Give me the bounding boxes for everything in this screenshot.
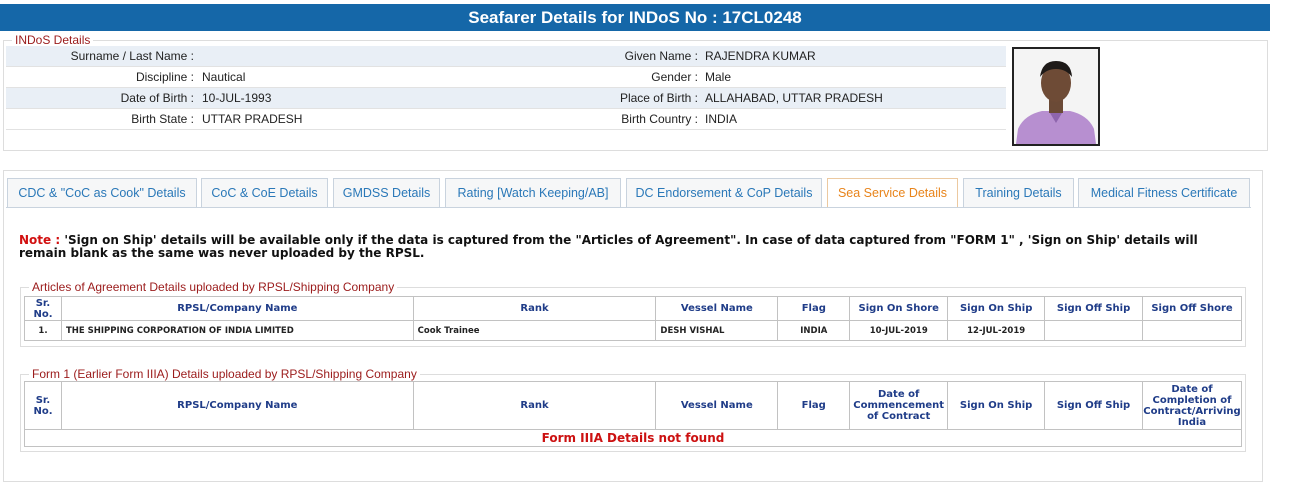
note-text: 'Sign on Ship' details will be available… [19,233,1198,260]
cell-company-name: THE SHIPPING CORPORATION OF INDIA LIMITE… [60,320,414,341]
col-vessel-name: Vessel Name [655,381,779,430]
gender-label: Gender : [651,70,698,84]
tab-sea-service[interactable]: Sea Service Details [827,178,958,208]
col-flag: Flag [777,296,851,321]
table-row: Form IIIA Details not found [24,429,1242,447]
birth-state-value: UTTAR PRADESH [202,112,303,126]
given-name-value: RAJENDRA KUMAR [705,49,816,63]
given-name-label: Given Name : [624,49,698,63]
info-row-name: Surname / Last Name : Given Name : RAJEN… [6,46,1006,67]
col-company-name: RPSL/Company Name [60,296,414,321]
articles-table: Sr. No. RPSL/Company Name Rank Vessel Na… [24,296,1242,341]
cell-sign-off-ship [1044,320,1144,341]
dob-label: Date of Birth : [120,91,194,105]
place-of-birth-label: Place of Birth : [619,91,698,105]
col-flag: Flag [777,381,851,430]
cell-sign-on-ship: 12-JUL-2019 [947,320,1046,341]
col-rank: Rank [412,296,657,321]
tab-rating-watch-keeping[interactable]: Rating [Watch Keeping/AB] [445,178,621,207]
col-sr-no: Sr. No. [24,296,62,321]
surname-label: Surname / Last Name : [70,49,194,63]
tab-medical-fitness[interactable]: Medical Fitness Certificate [1078,178,1250,207]
table-row: 1. THE SHIPPING CORPORATION OF INDIA LIM… [24,320,1242,341]
birth-country-label: Birth Country : [621,112,698,126]
form1-header-row: Sr. No. RPSL/Company Name Rank Vessel Na… [24,381,1243,430]
tab-training[interactable]: Training Details [963,178,1074,207]
info-row-birth: Date of Birth : 10-JUL-1993 Place of Bir… [6,88,1006,109]
discipline-value: Nautical [202,70,246,84]
articles-header-row: Sr. No. RPSL/Company Name Rank Vessel Na… [24,296,1242,321]
articles-legend: Articles of Agreement Details uploaded b… [29,280,398,294]
info-row-discipline: Discipline : Nautical Gender : Male [6,67,1006,88]
col-sr-no: Sr. No. [24,381,62,430]
seafarer-photo [1012,47,1100,146]
cell-sign-off-shore [1142,320,1242,341]
form1-legend: Form 1 (Earlier Form IIIA) Details uploa… [29,367,420,381]
page-title: Seafarer Details for INDoS No : 17CL0248 [0,4,1270,31]
col-sign-off-ship: Sign Off Ship [1044,296,1144,321]
discipline-label: Discipline : [135,70,194,84]
tab-gmdss[interactable]: GMDSS Details [333,178,440,207]
col-sign-on-ship: Sign On Ship [947,381,1046,430]
dob-value: 10-JUL-1993 [202,91,272,105]
col-vessel-name: Vessel Name [655,296,779,321]
cell-rank: Cook Trainee [412,320,657,341]
cell-sign-on-shore: 10-JUL-2019 [849,320,949,341]
col-sign-on-shore: Sign On Shore [849,296,949,321]
col-completion-date: Date of Completion of Contract/Arriving … [1141,381,1243,430]
gender-value: Male [705,70,732,84]
cell-flag: INDIA [777,320,851,341]
col-sign-on-ship: Sign On Ship [947,296,1046,321]
cell-vessel-name: DESH VISHAL [655,320,779,341]
tab-divider [6,207,1251,208]
col-rank: Rank [412,381,657,430]
birth-country-value: INDIA [705,112,738,126]
place-of-birth-value: ALLAHABAD, UTTAR PRADESH [705,91,883,105]
info-row-state: Birth State : UTTAR PRADESH Birth Countr… [6,109,1006,130]
tab-cdc-coc-cook[interactable]: CDC & "CoC as Cook" Details [7,178,197,207]
indos-details-legend: INDoS Details [12,33,94,47]
col-company-name: RPSL/Company Name [60,381,414,430]
note-label: Note : [19,233,61,247]
form1-not-found-message: Form IIIA Details not found [24,429,1242,447]
birth-state-label: Birth State : [131,112,194,126]
col-commencement-date: Date of Commencement of Contract [849,381,949,430]
form1-table: Sr. No. RPSL/Company Name Rank Vessel Na… [24,381,1243,447]
col-sign-off-ship: Sign Off Ship [1044,381,1143,430]
tab-coc-coe[interactable]: CoC & CoE Details [201,178,328,207]
tab-dc-endorsement[interactable]: DC Endorsement & CoP Details [626,178,822,207]
col-sign-off-shore: Sign Off Shore [1142,296,1242,321]
sea-service-note: Note : 'Sign on Ship' details will be av… [19,234,1249,260]
cell-sr-no: 1. [24,320,62,341]
